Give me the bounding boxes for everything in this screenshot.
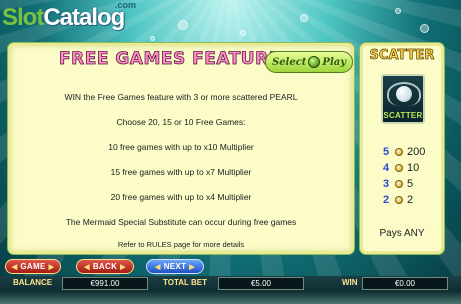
scatter-symbol-label: SCATTER [383,111,423,120]
pay-count: 5 [383,146,390,158]
info-line: Refer to RULES page for more details [117,240,245,249]
pays-any-text: Pays ANY [379,228,425,239]
pay-value: 10 [407,162,420,174]
win-label: WIN [342,278,358,287]
info-line: Choose 20, 15 or 10 Free Games: [116,117,246,127]
scatter-paytable-panel: SCATTER SCATTER 5 200 4 10 35 22 Pays ANY [360,43,444,254]
pay-row: 4 10 [383,160,439,176]
win-value: €0.00 [362,277,448,290]
pay-count: 2 [383,194,390,206]
info-line: WIN the Free Games feature with 3 or mor… [64,92,298,102]
arrow-right-icon: ▶ [120,263,126,271]
panel-title: FREE GAMES FEATURE [59,49,281,70]
back-button-label: BACK [92,262,118,271]
slotcatalog-logo: SlotCatalog .com [2,0,138,34]
pay-count: 3 [383,178,390,190]
arrow-left-icon: ◀ [84,263,90,271]
logo-slot-text: Slot [2,4,44,31]
info-line: 15 free games with up to x7 Multiplier [110,167,252,177]
pearl-scatter-icon: SCATTER [381,74,425,124]
logo-catalog-text: Catalog [43,4,125,31]
next-button-label: NEXT [163,262,187,271]
badge-play-text: Play [322,56,347,68]
green-ball-icon [308,56,321,68]
arrow-right-icon: ▶ [189,263,195,271]
balance-value: €991.00 [62,277,148,290]
pay-row: 5 200 [383,144,439,160]
scatter-title: SCATTER [369,48,435,64]
pay-row: 35 [383,176,439,192]
select-play-badge: Select Play [265,51,353,73]
total-bet-value: €5.00 [218,277,304,290]
game-button-label: GAME [20,262,46,271]
logo-com-text: .com [114,0,136,10]
next-button[interactable]: ◀ NEXT ▶ [146,259,204,274]
coin-icon [395,148,403,156]
pearl-icon [396,86,412,102]
arrow-left-icon: ◀ [155,263,161,271]
coin-icon [395,196,403,204]
info-line: 10 free games with up to x10 Multiplier [108,142,254,152]
pay-row: 22 [383,192,439,208]
total-bet-label: TOTAL BET [163,278,207,287]
info-line: 20 free games with up to x4 Multiplier [110,192,252,202]
bottom-fade [0,291,461,304]
pay-value: 5 [407,178,414,190]
scatter-pays-list: 5 200 4 10 35 22 [383,144,439,208]
back-button[interactable]: ◀ BACK ▶ [76,259,134,274]
badge-select-text: Select [271,56,307,68]
arrow-left-icon: ◀ [11,263,18,271]
game-button[interactable]: ◀ GAME ▶ [5,259,61,274]
free-games-info-panel: FREE GAMES FEATURE Select Play WIN the F… [8,43,354,254]
coin-icon [395,164,403,172]
coin-icon [395,180,403,188]
arrow-right-icon: ▶ [48,263,55,271]
pay-count: 4 [383,162,390,174]
pay-value: 2 [407,194,414,206]
pay-value: 200 [407,146,426,158]
feature-description: WIN the Free Games feature with 3 or mor… [11,85,351,254]
balance-label: BALANCE [13,278,53,287]
info-line: The Mermaid Special Substitute can occur… [65,217,297,227]
